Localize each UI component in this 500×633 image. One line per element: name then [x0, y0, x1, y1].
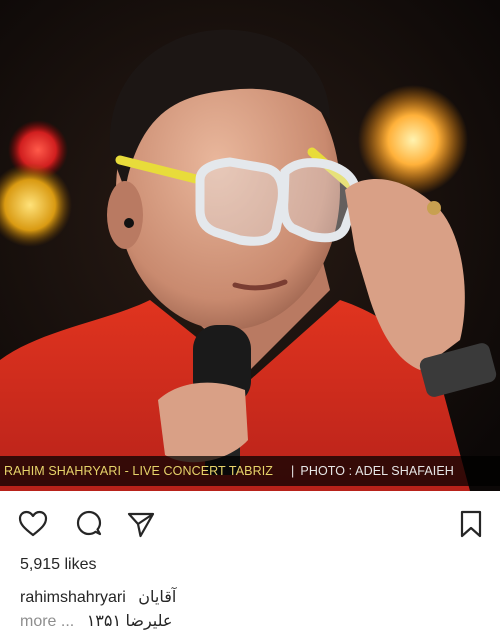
concert-photo-illustration: [0, 0, 500, 491]
heart-icon[interactable]: [18, 509, 48, 539]
photo-caption-separator: |: [291, 464, 295, 478]
post-caption: rahimshahryari آقایان: [20, 587, 480, 607]
bookmark-icon[interactable]: [456, 509, 486, 539]
caption-username[interactable]: rahimshahryari: [20, 589, 126, 606]
send-icon[interactable]: [126, 509, 156, 539]
caption-more-line: more ... علیرضا ۱۳۵۱: [20, 611, 480, 631]
photo-caption-overlay: RAHIM SHAHRYARI - LIVE CONCERT TABRIZ | …: [0, 456, 500, 486]
photo-caption-left: RAHIM SHAHRYARI - LIVE CONCERT TABRIZ: [4, 464, 274, 478]
comment-icon[interactable]: [74, 509, 104, 539]
photo-caption-right: PHOTO : ADEL SHAFAIEH: [300, 464, 454, 478]
post-photo[interactable]: RAHIM SHAHRYARI - LIVE CONCERT TABRIZ | …: [0, 0, 500, 491]
caption-text: آقایان: [138, 589, 177, 606]
post-action-bar: [0, 491, 500, 551]
more-link[interactable]: more ...: [20, 613, 74, 630]
likes-count[interactable]: 5,915 likes: [20, 556, 97, 574]
caption-continued-text: علیرضا ۱۳۵۱: [86, 613, 173, 630]
